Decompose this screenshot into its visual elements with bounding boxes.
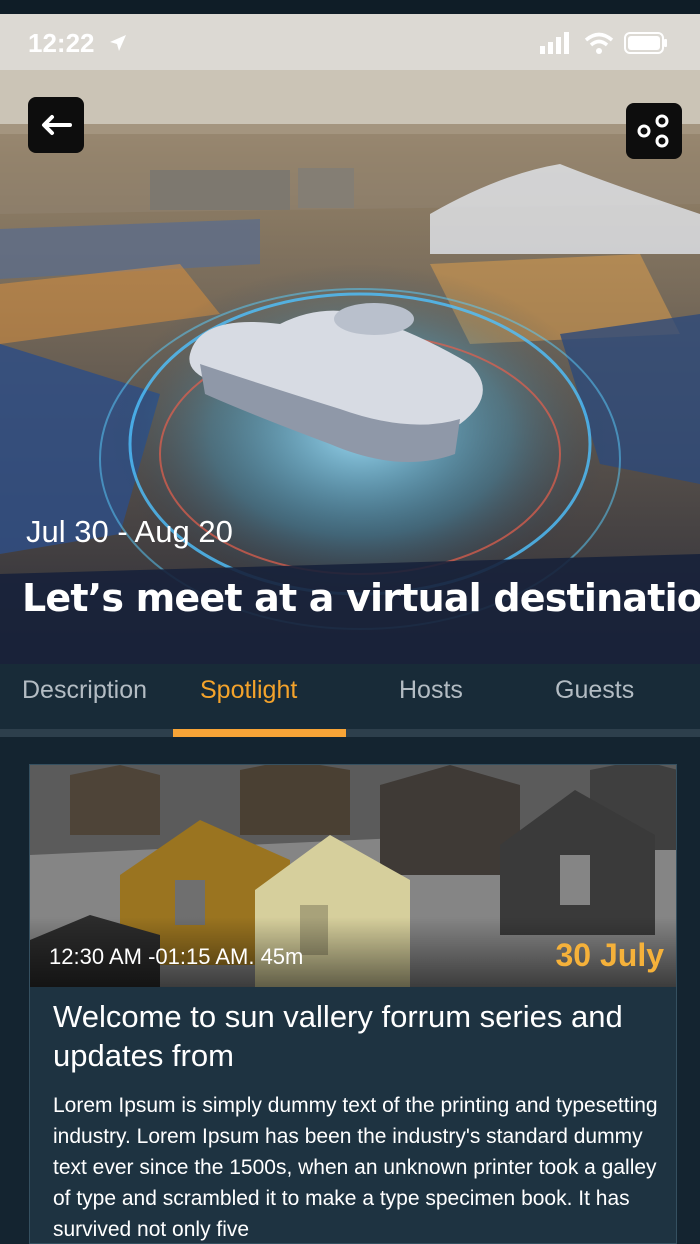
spotlight-card[interactable]: 12:30 AM -01:15 AM. 45m 30 July Welcome …	[29, 764, 677, 1244]
share-nodes-icon	[637, 114, 669, 148]
event-date-range: Jul 30 - Aug 20	[26, 514, 233, 549]
card-description: Lorem Ipsum is simply dummy text of the …	[53, 1094, 658, 1241]
tab-track	[0, 729, 700, 737]
status-icons	[540, 32, 668, 54]
card-image: 12:30 AM -01:15 AM. 45m 30 July	[30, 765, 676, 987]
tab-description[interactable]: Description	[22, 676, 147, 705]
active-tab-indicator	[173, 729, 346, 737]
back-button[interactable]	[28, 97, 84, 153]
card-title: Welcome to sun vallery forrum series and…	[53, 999, 623, 1073]
tab-bar: Description Spotlight Hosts Guests	[0, 664, 700, 738]
battery-icon	[624, 32, 667, 54]
tab-spotlight[interactable]: Spotlight	[200, 676, 297, 705]
session-time: 12:30 AM -01:15 AM. 45m	[49, 944, 304, 969]
back-arrow-icon	[42, 115, 72, 135]
signal-icon	[540, 32, 569, 54]
event-title: Let’s meet at a virtual destination	[22, 576, 700, 620]
session-date: 30 July	[555, 937, 664, 973]
hero-image	[0, 14, 700, 664]
status-bar: 12:22	[0, 14, 700, 70]
expo-illustration	[0, 14, 700, 664]
status-time: 12:22	[28, 28, 95, 58]
top-edge	[0, 0, 700, 14]
tab-hosts[interactable]: Hosts	[399, 676, 463, 705]
location-arrow-icon	[110, 35, 126, 51]
share-button[interactable]	[626, 103, 682, 159]
tab-guests[interactable]: Guests	[555, 676, 634, 705]
wifi-icon	[584, 32, 614, 54]
